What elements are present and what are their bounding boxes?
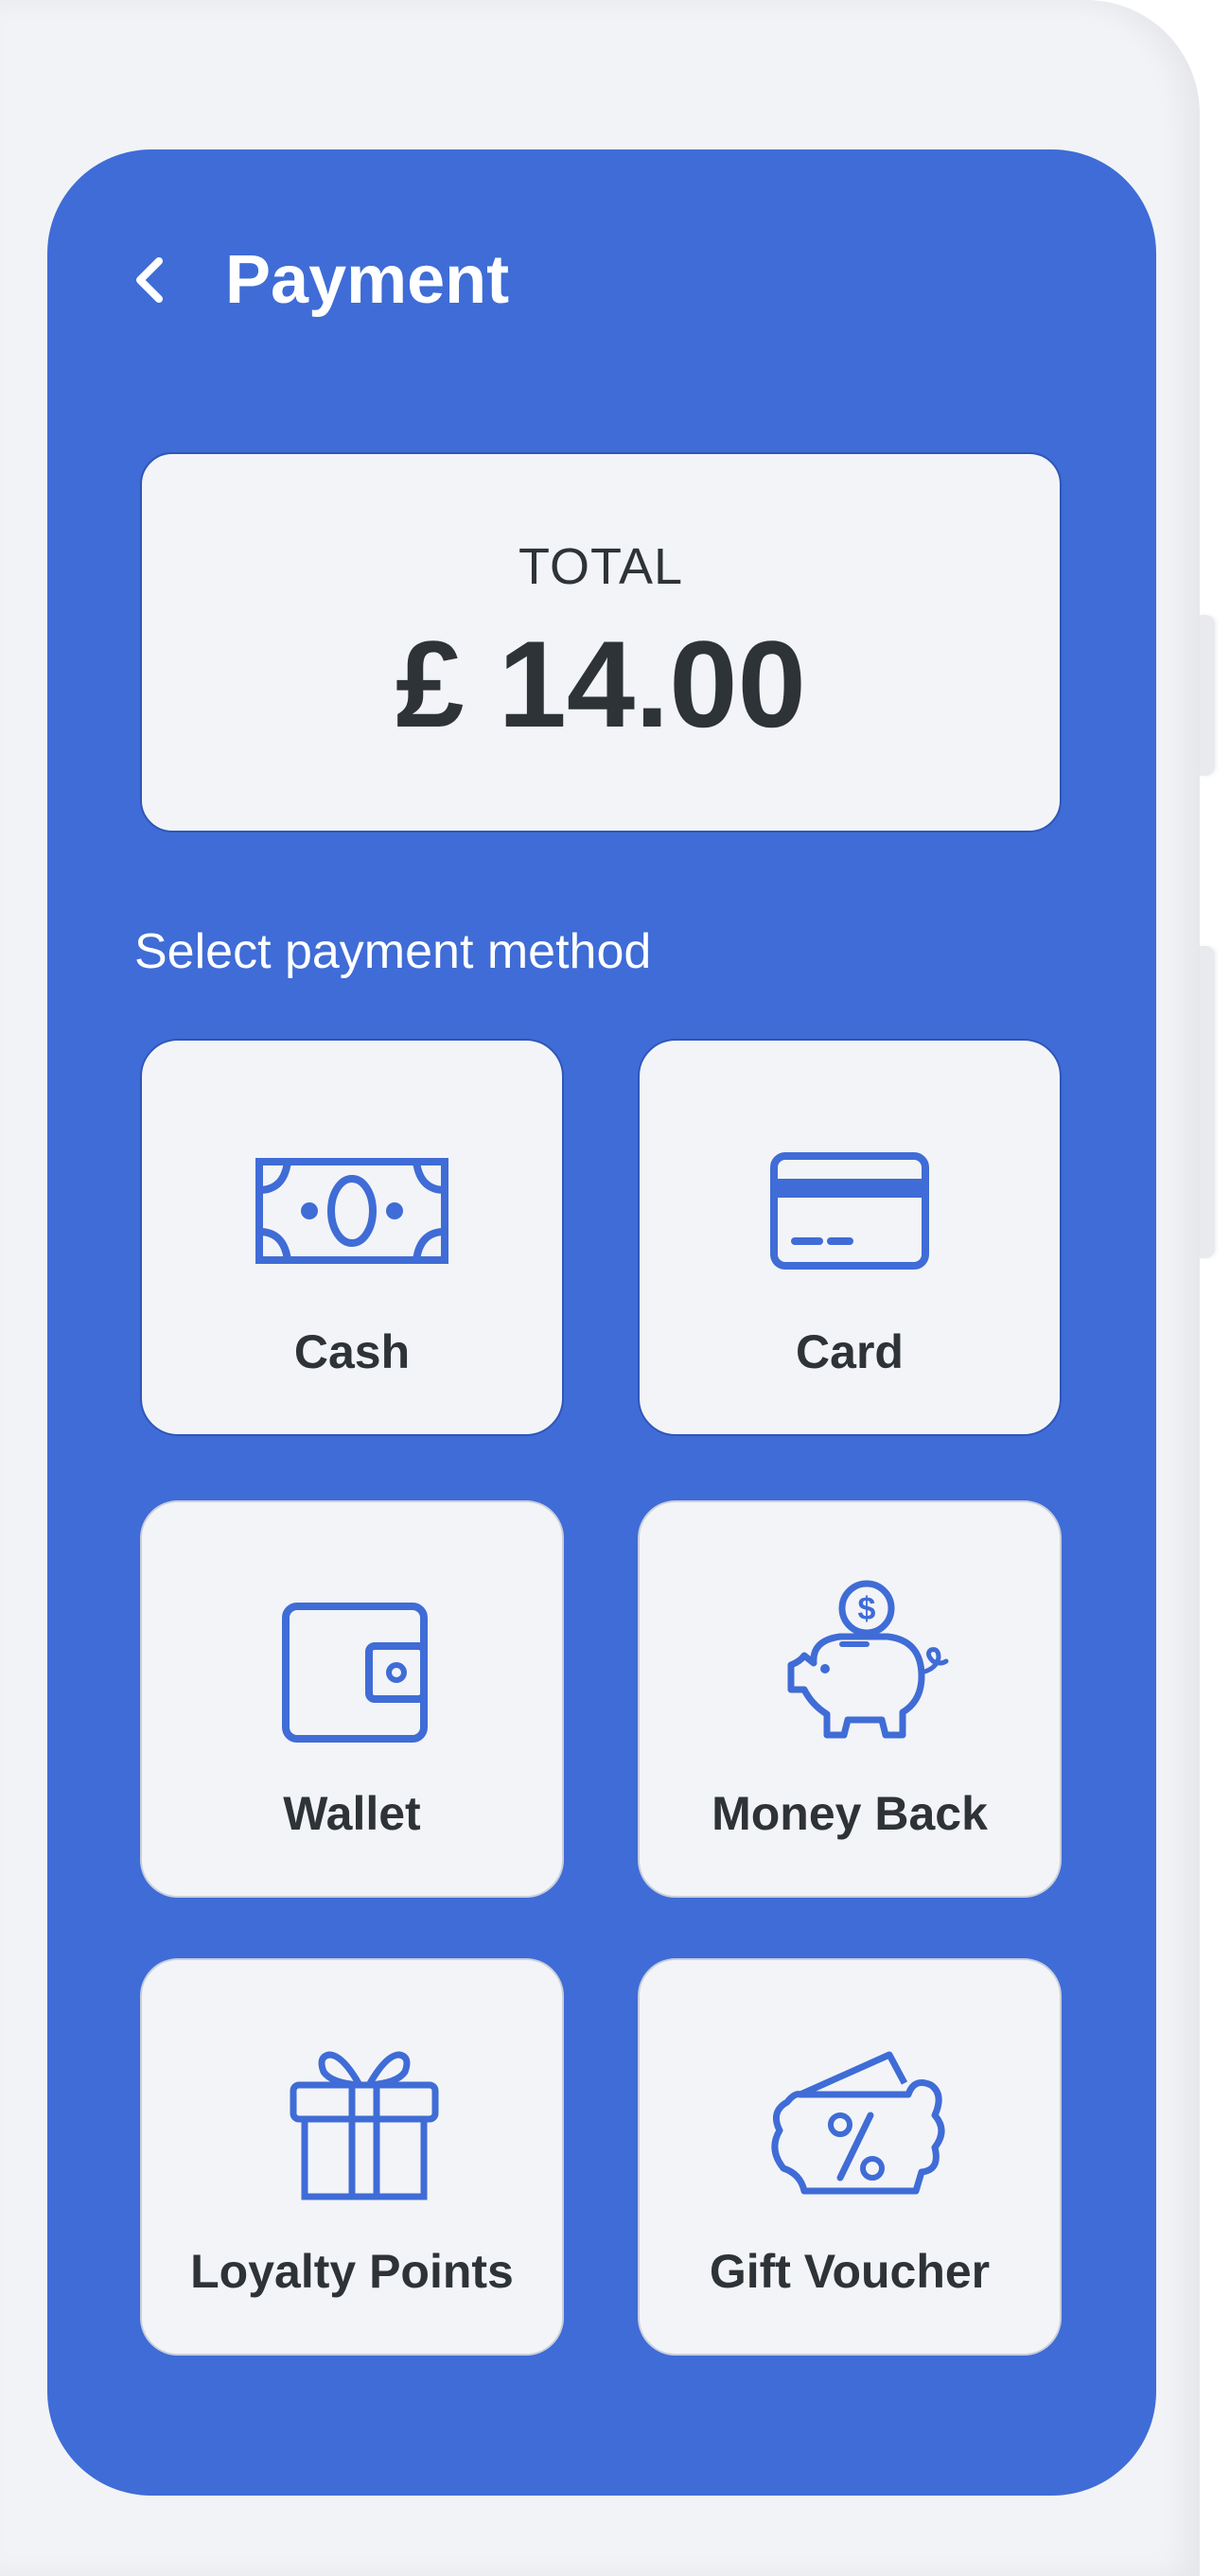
volume-button [1200, 615, 1215, 776]
payment-method-label: Gift Voucher [709, 2245, 991, 2298]
payment-method-label: Card [796, 1325, 904, 1378]
back-button[interactable] [121, 252, 178, 308]
gift-icon [290, 2051, 439, 2200]
section-label: Select payment method [134, 924, 652, 979]
cash-icon [255, 1158, 448, 1264]
header: Payment [47, 149, 1156, 314]
payment-method-label: Money Back [712, 1787, 988, 1840]
svg-text:$: $ [858, 1591, 876, 1627]
credit-card-icon [770, 1152, 929, 1270]
total-amount: £ 14.00 [395, 615, 806, 753]
power-button [1200, 946, 1215, 1258]
payment-method-loyalty-points[interactable]: Loyalty Points [140, 1958, 564, 2356]
payment-method-label: Cash [293, 1325, 411, 1378]
payment-method-label: Loyalty Points [190, 2245, 514, 2298]
payment-method-label: Wallet [283, 1787, 421, 1840]
payment-method-money-back[interactable]: $ Money Back [638, 1500, 1062, 1898]
payment-method-cash[interactable]: Cash [140, 1039, 564, 1436]
payment-method-card[interactable]: Card [638, 1039, 1062, 1436]
total-label: TOTAL [518, 538, 684, 595]
wallet-icon [282, 1603, 428, 1743]
payment-method-gift-voucher[interactable]: Gift Voucher [638, 1958, 1062, 2356]
payment-method-wallet[interactable]: Wallet [140, 1500, 564, 1898]
page-title: Payment [225, 242, 510, 318]
payment-screen: Payment TOTAL £ 14.00 Select payment met… [47, 149, 1156, 2496]
chevron-left-icon [136, 257, 163, 303]
piggy-bank-icon: $ [787, 1580, 949, 1739]
total-card: TOTAL £ 14.00 [140, 452, 1062, 832]
voucher-icon [771, 2051, 945, 2195]
